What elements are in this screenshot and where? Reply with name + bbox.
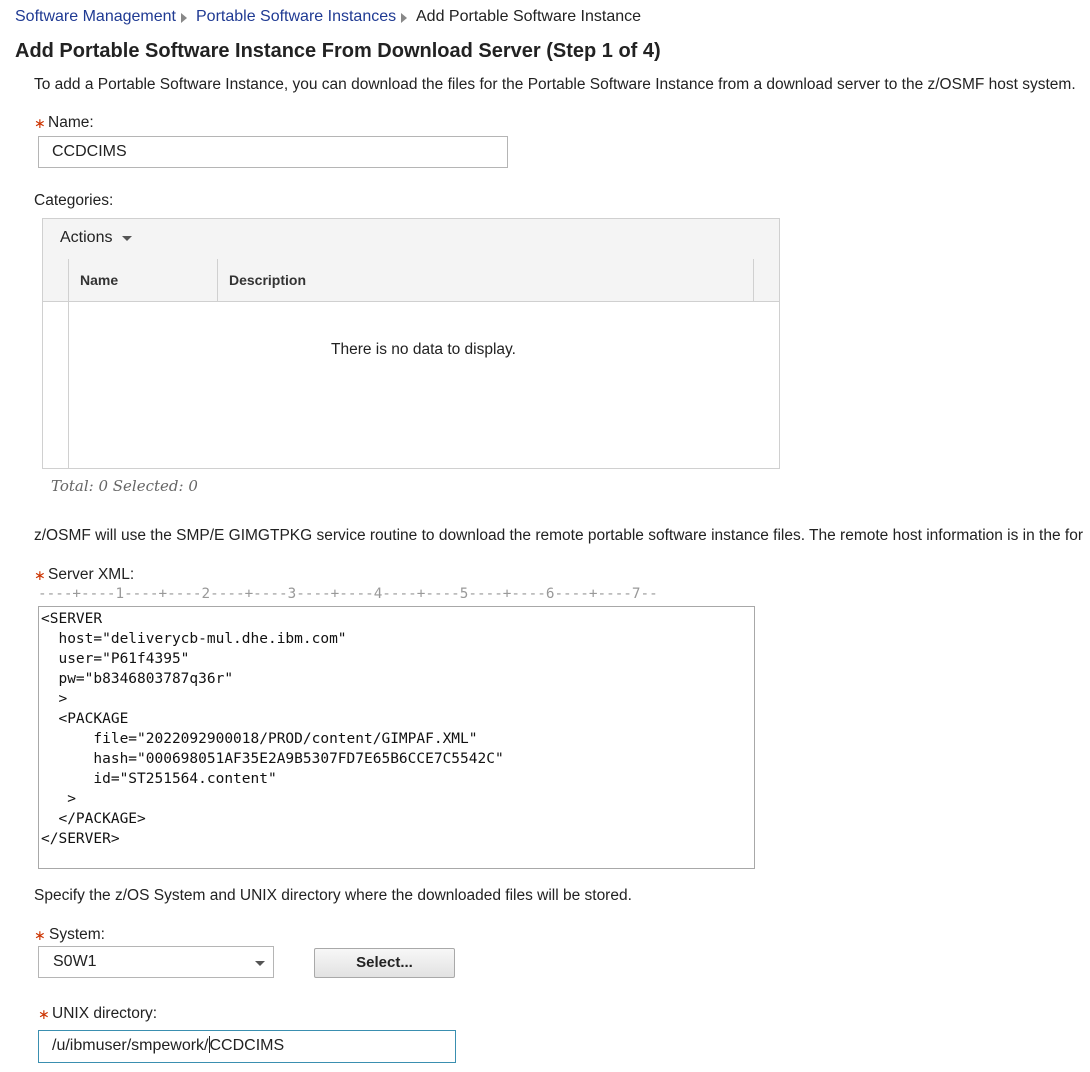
xml-line: host="deliverycb-mul.dhe.ibm.com" [58,631,347,647]
xml-line: > [58,691,68,707]
required-marker-icon: ∗ [34,115,46,131]
actions-menu-button[interactable]: Actions [60,229,112,247]
empty-grid-message: There is no data to display. [331,341,516,358]
xml-line: pw="b8346803787q36r" [58,671,234,687]
breadcrumb-current: Add Portable Software Instance [416,8,642,25]
grid-footer: Total: 0 Selected: 0 [51,477,198,495]
column-divider [68,259,69,301]
categories-grid: Actions Name Description There is no dat… [42,218,780,469]
page-title: Add Portable Software Instance From Down… [15,40,661,62]
column-header-name[interactable]: Name [80,272,118,288]
server-xml-content[interactable]: <SERVER host="deliverycb-mul.dhe.ibm.com… [39,607,754,849]
name-input[interactable]: CCDCIMS [38,136,508,168]
system-select-value: S0W1 [53,953,97,970]
grid-toolbar: Actions [43,219,779,260]
specify-text: Specify the z/OS System and UNIX directo… [34,887,632,904]
system-label: System: [49,926,105,943]
required-marker-icon: ∗ [34,567,46,583]
column-divider [217,259,218,301]
xml-line: hash="000698051AF35E2A9B5307FD7E65B6CCE7… [93,751,504,767]
unix-directory-label: UNIX directory: [52,1005,158,1022]
grid-header: Name Description [43,259,779,302]
chevron-down-icon[interactable] [255,961,265,966]
breadcrumb-link-software-management[interactable]: Software Management [15,8,176,26]
gimgtpkg-text: z/OSMF will use the SMP/E GIMGTPKG servi… [34,527,1083,544]
column-header-description[interactable]: Description [229,272,306,288]
column-divider [753,259,754,301]
server-xml-label: Server XML: [48,566,135,583]
actions-label: Actions [60,229,113,246]
xml-line: user="P61f4395" [58,651,190,667]
xml-line: </SERVER> [41,831,120,847]
required-marker-icon: ∗ [34,927,46,943]
intro-text: To add a Portable Software Instance, you… [34,76,1076,93]
xml-line: <PACKAGE [58,711,129,727]
breadcrumb-separator-icon [401,13,407,23]
required-marker-icon: ∗ [38,1006,50,1022]
xml-line: </PACKAGE> [58,811,146,827]
breadcrumb-link-portable-software-instances[interactable]: Portable Software Instances [196,8,396,26]
xml-line: > [67,791,76,807]
breadcrumb-separator-icon [181,13,187,23]
breadcrumb: Software Management Portable Software In… [15,8,715,30]
chevron-down-icon[interactable] [122,236,132,241]
system-select[interactable]: S0W1 [38,946,274,978]
unix-directory-input[interactable]: /u/ibmuser/smpework/CCDCIMS [38,1030,456,1063]
unix-directory-value-start: /u/ibmuser/smpework/ [52,1037,209,1054]
select-system-button[interactable]: Select... [314,948,455,978]
xml-line: <SERVER [41,611,103,627]
xml-line: file="2022092900018/PROD/content/GIMPAF.… [93,731,478,747]
categories-label: Categories: [34,192,114,209]
selection-column-divider [68,301,69,468]
xml-line: id="ST251564.content" [93,771,277,787]
name-label: Name: [48,114,94,131]
column-ruler: ----+----1----+----2----+----3----+----4… [38,586,658,602]
unix-directory-value-end: CCDCIMS [209,1037,285,1054]
server-xml-editor[interactable]: <SERVER host="deliverycb-mul.dhe.ibm.com… [38,606,755,869]
